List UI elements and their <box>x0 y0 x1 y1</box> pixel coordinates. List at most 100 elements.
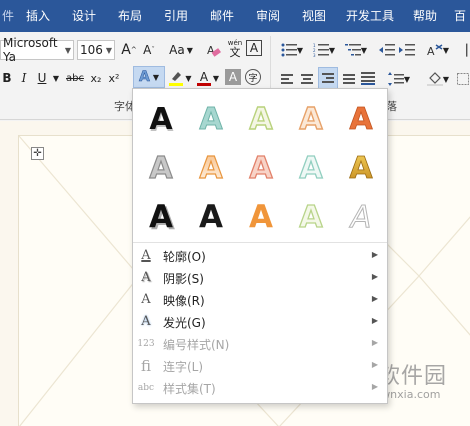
line-spacing-button[interactable]: ▼ <box>386 69 412 89</box>
glow-icon: A <box>141 314 151 329</box>
svg-text:A: A <box>299 200 323 235</box>
effect-black-bold[interactable]: A <box>186 191 236 241</box>
highlight-color-button[interactable]: ▼ <box>168 68 192 88</box>
menu-item-label: 编号样式(N) <box>163 338 230 352</box>
superscript-button[interactable]: x² <box>106 68 122 88</box>
stylistic-sets-icon: abc <box>137 383 155 393</box>
numbering-button[interactable]: 123 ▼ <box>310 40 338 60</box>
strikethrough-button[interactable]: abc <box>64 68 86 88</box>
align-right-button[interactable] <box>318 67 338 89</box>
effect-gray-outline[interactable]: A <box>136 142 186 192</box>
effect-orange-outline[interactable]: A <box>286 93 336 143</box>
font-color-button[interactable]: A ▼ <box>196 68 220 88</box>
effect-white-reflection[interactable]: A <box>336 191 386 241</box>
underline-button[interactable]: U <box>34 68 50 88</box>
tab-help[interactable]: 帮助 <box>406 0 444 32</box>
ligatures-icon: fi <box>140 357 151 375</box>
effect-teal-outline[interactable]: A <box>186 93 236 143</box>
distributed-icon <box>361 72 375 85</box>
shrink-font-button[interactable]: Aˇ <box>140 40 158 60</box>
svg-text:A: A <box>349 102 373 137</box>
reflection-icon: A <box>141 292 151 307</box>
numbering-icon: 123 <box>313 43 329 57</box>
effect-black-bold-shadow[interactable]: AA <box>136 191 186 241</box>
tab-view[interactable]: 视图 <box>294 0 334 32</box>
effect-green-light-outline[interactable]: A <box>286 191 336 241</box>
increase-indent-icon[interactable] <box>398 40 416 60</box>
change-case-button[interactable]: Aa ▼ <box>166 40 196 60</box>
character-border-label: A <box>249 41 259 55</box>
svg-text:A: A <box>349 151 373 186</box>
submenu-arrow-icon: ▶ <box>371 338 378 347</box>
highlighter-icon <box>169 72 184 86</box>
bullets-button[interactable]: ▼ <box>278 40 306 60</box>
multilevel-list-button[interactable]: ▼ <box>342 40 370 60</box>
justify-button[interactable] <box>341 69 357 89</box>
grow-font-button[interactable]: A ^ <box>120 40 138 60</box>
table-move-handle-icon[interactable]: ✛ <box>31 147 44 160</box>
phonetic-char: 文 <box>229 46 241 59</box>
phonetic-guide-button[interactable]: wén 文 <box>226 38 244 58</box>
tab-file[interactable]: 件 <box>0 0 16 32</box>
menu-item-outline[interactable]: A 轮廓(O) ▶ <box>133 245 387 267</box>
font-name-value: Microsoft Ya <box>3 36 58 64</box>
effect-black-shadow[interactable]: AA <box>136 93 186 143</box>
tab-design[interactable]: 设计 <box>64 0 104 32</box>
menu-item-glow[interactable]: A 发光(G) ▶ <box>133 311 387 333</box>
bold-button[interactable]: B <box>0 68 14 88</box>
shading-button[interactable]: ▼ <box>424 69 452 89</box>
effect-orange-bold[interactable]: A <box>236 191 286 241</box>
submenu-arrow-icon: ▶ <box>371 382 378 391</box>
effect-green-outline[interactable]: A <box>236 93 286 143</box>
text-effects-button[interactable]: A ▼ <box>133 66 165 88</box>
font-color-swatch <box>196 82 211 86</box>
borders-icon <box>457 73 469 85</box>
menu-item-number-styles: 123 编号样式(N) ▶ <box>133 333 387 355</box>
grow-font-label: A <box>121 42 131 58</box>
underline-dropdown-icon[interactable]: ▼ <box>52 68 60 88</box>
font-size-combo[interactable]: 106 ▼ <box>77 40 115 60</box>
shrink-font-label: A <box>143 43 152 57</box>
decrease-indent-icon[interactable] <box>378 40 396 60</box>
menu-item-label: 样式集(T) <box>163 382 216 396</box>
borders-button[interactable] <box>456 69 470 89</box>
character-border-button[interactable]: A <box>246 40 262 56</box>
enclose-characters-button[interactable]: 字 <box>245 69 261 85</box>
tab-mailings[interactable]: 邮件 <box>202 0 242 32</box>
italic-button[interactable]: I <box>18 68 30 88</box>
sort-button[interactable]: ▕ <box>456 40 470 60</box>
shadow-icon: A <box>141 270 151 285</box>
align-left-button[interactable] <box>279 69 295 89</box>
chevron-down-icon: ▼ <box>64 45 71 55</box>
tab-partial[interactable]: 百 <box>450 0 470 32</box>
effect-orange-fill[interactable]: A <box>336 93 386 143</box>
tab-insert[interactable]: 插入 <box>18 0 58 32</box>
character-shading-button[interactable]: A <box>225 69 241 85</box>
effect-orange-gradient-outline[interactable]: A <box>186 142 236 192</box>
menu-item-reflection[interactable]: A 映像(R) ▶ <box>133 289 387 311</box>
tab-layout[interactable]: 布局 <box>110 0 150 32</box>
font-size-value: 106 <box>80 43 103 57</box>
submenu-arrow-icon: ▶ <box>371 316 378 325</box>
ribbon-tab-bar: 件 插入 设计 布局 引用 邮件 审阅 视图 开发工具 帮助 百 <box>0 0 470 32</box>
chinese-layout-button[interactable]: A ▼ <box>424 40 452 60</box>
number-styles-icon: 123 <box>137 339 155 349</box>
menu-item-shadow[interactable]: A 阴影(S) ▶ <box>133 267 387 289</box>
subscript-button[interactable]: x₂ <box>88 68 104 88</box>
multilevel-list-icon <box>344 44 361 56</box>
submenu-arrow-icon: ▶ <box>371 360 378 369</box>
chinese-layout-icon: A <box>427 44 443 57</box>
tab-review[interactable]: 审阅 <box>248 0 288 32</box>
tab-references[interactable]: 引用 <box>156 0 196 32</box>
svg-text:A: A <box>249 199 273 235</box>
effect-gold-bevel[interactable]: A <box>336 142 386 192</box>
align-center-button[interactable] <box>299 69 315 89</box>
effect-red-outline[interactable]: A <box>236 142 286 192</box>
clear-formatting-icon[interactable]: A <box>204 40 222 60</box>
distributed-button[interactable] <box>360 69 376 89</box>
svg-text:A: A <box>299 102 323 137</box>
menu-item-label: 轮廓(O) <box>163 250 206 264</box>
font-name-combo[interactable]: Microsoft Ya ▼ <box>0 36 74 64</box>
effect-teal-light-outline[interactable]: A <box>286 142 336 192</box>
tab-developer[interactable]: 开发工具 <box>340 0 400 32</box>
